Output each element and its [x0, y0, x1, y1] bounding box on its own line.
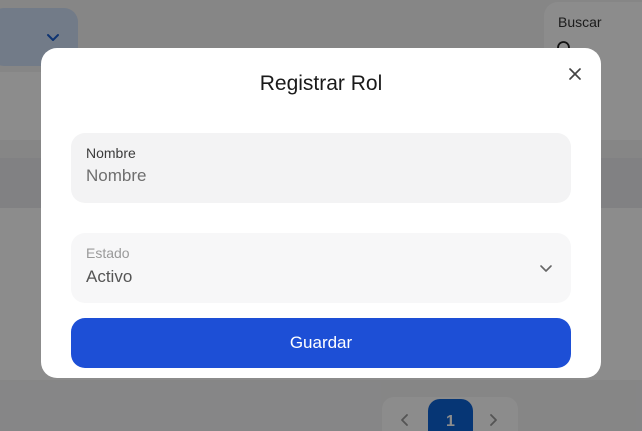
name-field[interactable]: Nombre	[71, 133, 571, 203]
page: Buscar 1 Registrar Rol Nombre Nombre Est…	[0, 0, 642, 431]
name-field-label: Nombre	[86, 145, 136, 161]
status-selected-value: Activo	[86, 267, 133, 286]
name-input[interactable]	[86, 166, 556, 186]
chevron-down-icon	[540, 265, 552, 272]
save-button[interactable]: Guardar	[71, 318, 571, 368]
modal-title: Registrar Rol	[259, 72, 383, 95]
register-role-modal: Registrar Rol Nombre Estado Activo Guard…	[41, 48, 601, 378]
close-icon	[569, 68, 581, 80]
status-select[interactable]: Estado Activo	[71, 233, 571, 303]
close-button[interactable]	[565, 64, 585, 84]
status-field-label: Estado	[86, 245, 130, 261]
